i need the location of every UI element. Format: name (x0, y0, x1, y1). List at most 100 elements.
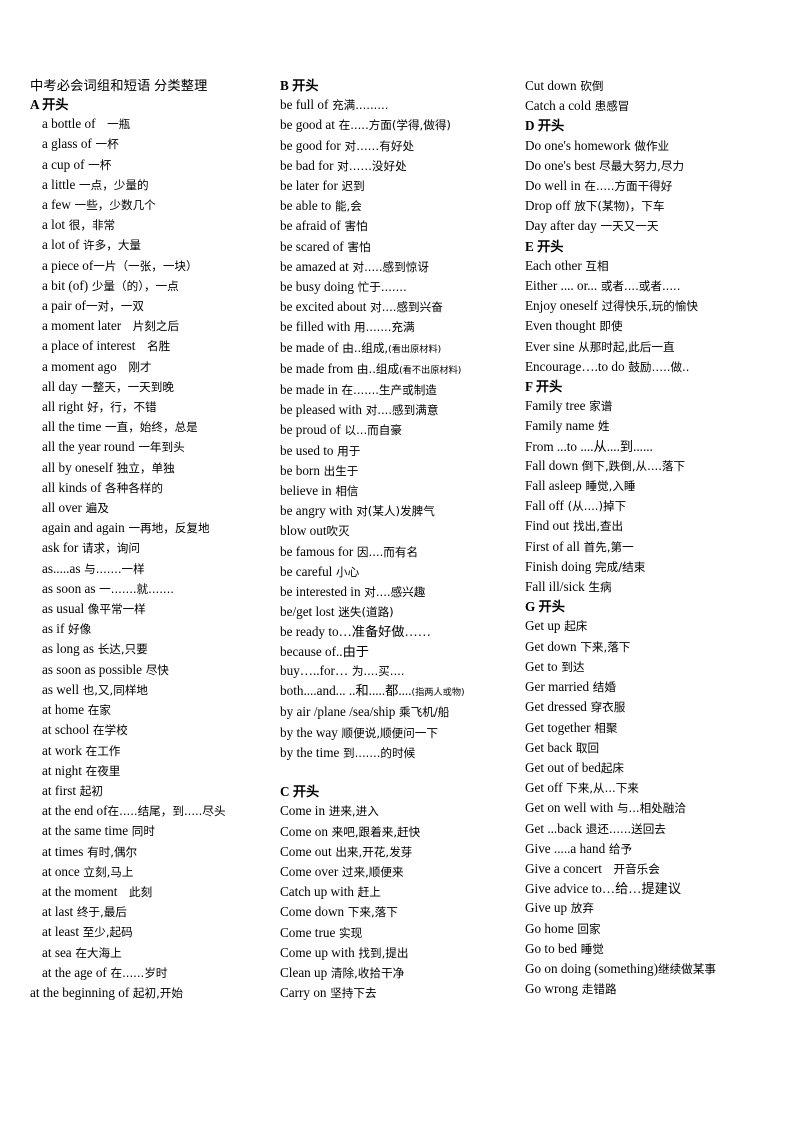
phrase-entry: both....and... ..和.....都....(指两人或物) (280, 681, 525, 702)
phrase-english: Get to (525, 658, 558, 674)
phrase-english: be famous for (280, 543, 354, 559)
phrase-chinese: 下来,落下 (344, 905, 398, 920)
phrase-entry: buy…..for… 为....买.... (280, 661, 525, 681)
letter-section-heading: F 开头 (525, 379, 563, 395)
phrase-english: as soon as (42, 580, 96, 596)
phrase-entry: Go wrong 走错路 (525, 979, 775, 999)
phrase-english: Go to bed (525, 940, 578, 956)
phrase-entry: a pair of一对，一双 (30, 296, 280, 316)
phrase-entry: Go on doing (something)继续做某事 (525, 959, 775, 979)
phrase-chinese: 顺便说,顺便问一下 (337, 725, 438, 740)
phrase-chinese: 一点，少量的 (75, 177, 149, 192)
phrase-chinese: 以...而自豪 (340, 423, 402, 438)
letter-section-heading: C 开头 (280, 784, 320, 800)
phrase-chinese: 有时,偶尔 (83, 844, 138, 859)
phrase-chinese: 由..组成 (353, 361, 400, 376)
phrase-chinese: 下来,从...下来 (562, 781, 639, 796)
phrase-english: Fall asleep (525, 478, 582, 494)
phrase-entry: as soon as possible 尽快 (30, 660, 280, 680)
phrase-english: be amazed at (280, 258, 349, 274)
phrase-entry: Come up with 找到,提出 (280, 943, 525, 963)
phrase-entry: be later for 迟到 (280, 176, 525, 196)
phrase-entry: again and again 一再地，反复地 (30, 518, 280, 538)
phrase-english: Encourage….to do (525, 358, 625, 374)
phrase-entry: Fall ill/sick 生病 (525, 577, 775, 597)
phrase-entry: a piece of一片（一张，一块） (30, 256, 280, 276)
phrase-chinese: 很，非常 (65, 218, 116, 233)
phrase-english: all over (42, 500, 82, 516)
phrase-chinese: 对……没好处 (333, 158, 407, 173)
phrase-entry: Ever sine 从那时起,此后一直 (525, 337, 775, 357)
phrase-entry: Cut down 砍倒 (525, 76, 775, 96)
phrase-english: be careful (280, 563, 333, 579)
phrase-chinese: 害怕 (343, 239, 371, 254)
phrase-english: be scared of (280, 238, 344, 254)
phrase-english: believe in (280, 483, 332, 499)
phrase-english: be proud of (280, 422, 341, 438)
phrase-english: at the age of (42, 964, 107, 980)
phrase-english: as well (42, 681, 79, 697)
phrase-entry: Get back 取回 (525, 738, 775, 758)
phrase-entry: Get down 下来,落下 (525, 637, 775, 657)
phrase-chinese: 睡觉 (577, 941, 604, 956)
phrase-chinese: 因....而有名 (353, 544, 419, 559)
phrase-chinese: 小心 (332, 564, 360, 579)
phrase-english: at work (42, 742, 82, 758)
phrase-english: at last (42, 904, 74, 920)
phrase-entry: Either .... or... 或者....或者..... (525, 276, 775, 296)
phrase-entry: be busy doing 忙于....... (280, 277, 525, 297)
phrase-english: at least (42, 924, 79, 940)
phrase-chinese: 在.......生产或制造 (337, 383, 437, 398)
phrase-english: Even thought (525, 318, 596, 334)
phrase-english: Find out (525, 518, 570, 534)
phrase-english: as.....as (42, 560, 81, 576)
phrase-chinese: 一片（一张，一块） (93, 258, 198, 273)
phrase-english: be interested in (280, 584, 361, 600)
phrase-english: a bottle of (42, 116, 96, 132)
phrase-chinese: 回家 (573, 921, 601, 936)
phrase-english: a moment ago (42, 358, 117, 374)
phrase-chinese: 一些，少数几个 (70, 198, 156, 213)
phrase-chinese: 刚才 (116, 359, 152, 374)
phrase-entry: Get together 相聚 (525, 718, 775, 738)
phrase-entry: all by oneself 独立，单独 (30, 458, 280, 478)
phrase-english: Come in (280, 803, 326, 819)
phrase-entry: a little 一点，少量的 (30, 175, 280, 195)
phrase-chinese: 来吧,跟着来,赶快 (328, 824, 421, 839)
phrase-english: Get off (525, 780, 563, 796)
phrase-english: by the way (280, 724, 338, 740)
phrase-entry: be full of 充满......... (280, 95, 525, 115)
phrase-chinese: 出来,开花,发芽 (331, 844, 413, 859)
phrase-english: be angry with (280, 503, 353, 519)
phrase-entry: Come on 来吧,跟着来,赶快 (280, 822, 525, 842)
phrase-english: a place of interest (42, 338, 136, 354)
phrase-entry: at the end of在.....结尾，到.....尽头 (30, 801, 280, 821)
phrase-english: Fall ill/sick (525, 579, 585, 595)
phrase-chinese: 对....感到兴奋 (366, 300, 443, 315)
phrase-chinese: 倒下,跌倒,从....落下 (578, 458, 686, 473)
phrase-entry: be filled with 用.......充满 (280, 317, 525, 337)
phrase-entry: believe in 相信 (280, 481, 525, 501)
phrase-entry: Catch up with 赶上 (280, 882, 525, 902)
phrase-english: Get together (525, 719, 591, 735)
phrase-english: all the year round (42, 439, 135, 455)
phrase-chinese: 各种各样的 (101, 480, 163, 495)
phrase-english: a lot of (42, 237, 80, 253)
phrase-english: Ever sine (525, 338, 575, 354)
phrase-chinese: 一对，一双 (85, 299, 144, 314)
phrase-entry: all the time 一直，始终，总是 (30, 417, 280, 437)
phrase-chinese: 到.......的时候 (339, 745, 416, 760)
phrase-chinese: 对(某人)发脾气 (352, 504, 435, 519)
phrase-chinese: 充满......... (328, 98, 389, 113)
phrase-entry: a cup of 一杯 (30, 155, 280, 175)
letter-section-heading: B 开头 (280, 78, 319, 93)
phrase-entry: be proud of 以...而自豪 (280, 420, 525, 440)
phrase-english: From ...to ....从....到...... (525, 438, 653, 454)
phrase-entry: at times 有时,偶尔 (30, 842, 280, 862)
phrase-chinese: 少量（的），一点 (88, 278, 179, 293)
phrase-entry: at the age of 在......岁时 (30, 963, 280, 983)
phrase-chinese: 好，行，不错 (83, 400, 157, 415)
phrase-chinese: 在.....方面干得好 (580, 179, 673, 194)
phrase-english: at sea (42, 944, 72, 960)
